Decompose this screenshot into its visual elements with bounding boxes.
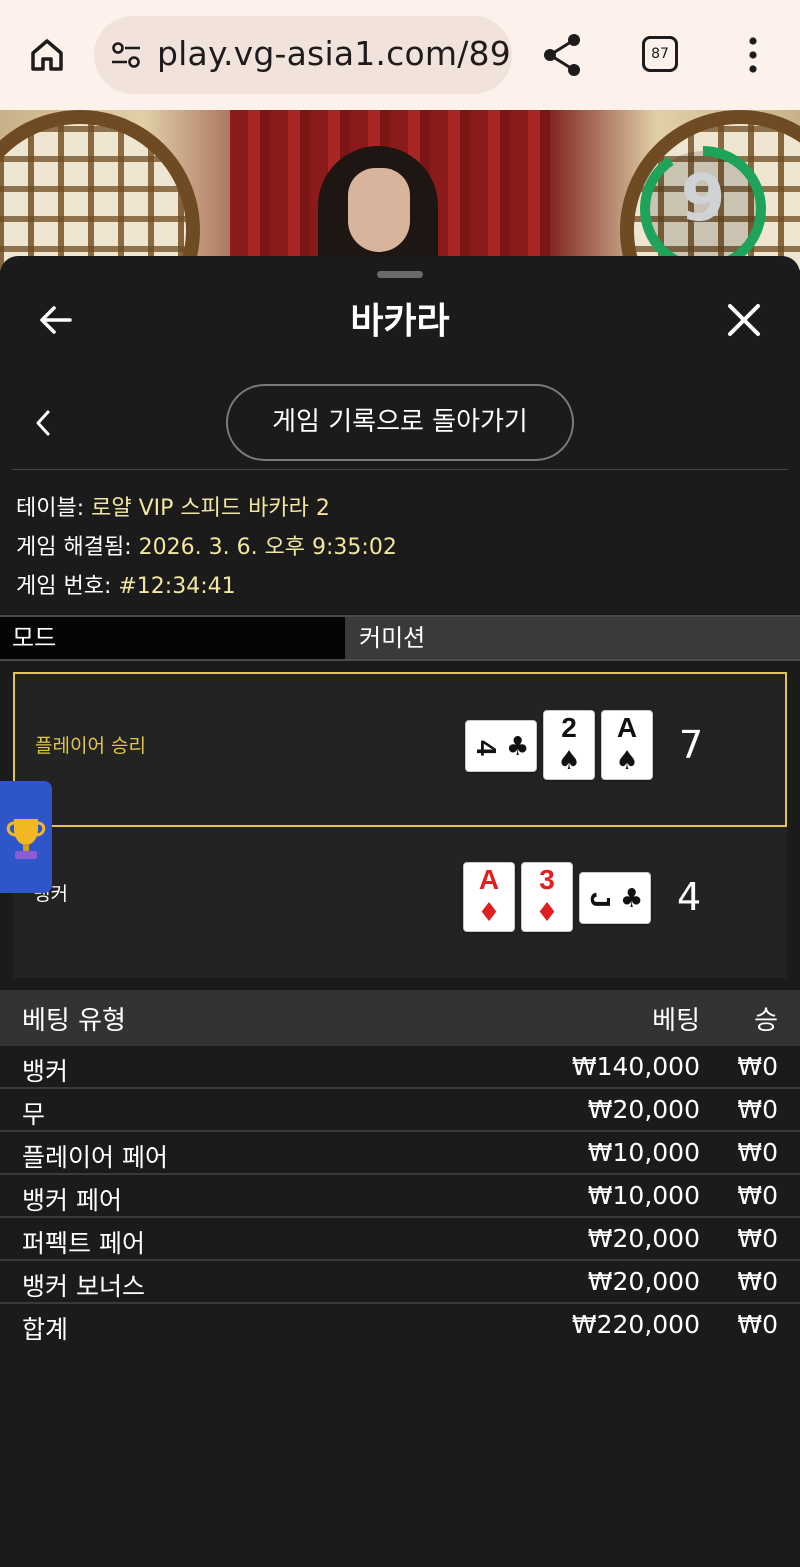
commission-label: 커미션 [359, 624, 426, 652]
table-row: 뱅커 페어 ₩10,000 ₩0 [0, 1175, 800, 1218]
game-number-info: 게임 번호: #12:34:41 [16, 574, 236, 599]
card-suit: ♠ [615, 746, 639, 776]
table-row: 뱅커 보너스 ₩20,000 ₩0 [0, 1261, 800, 1304]
address-bar[interactable]: play.vg-asia1.com/894 [94, 16, 512, 94]
card-rank: 2 [561, 712, 577, 743]
tab-switcher-button[interactable]: 87 [642, 36, 678, 72]
header-bet-type: 베팅 유형 [22, 1006, 126, 1036]
playing-card: 2 ♠ [543, 710, 595, 780]
drag-handle[interactable] [377, 271, 423, 278]
table-row: 퍼펙트 페어 ₩20,000 ₩0 [0, 1218, 800, 1261]
live-video: 9 [0, 110, 800, 270]
table-row: 플레이어 페어 ₩10,000 ₩0 [0, 1132, 800, 1175]
playing-card: 3 ♦ [521, 862, 573, 932]
table-row: 무 ₩20,000 ₩0 [0, 1089, 800, 1132]
playing-card: 4 ♣ [465, 720, 537, 772]
playing-card: J ♣ [579, 872, 651, 924]
result-area: 플레이어 승리 4 ♣ 2 ♠ A ♠ 7 뱅커 A ♦ 3 ♦ J ♣ 4 [13, 672, 787, 978]
browser-toolbar: play.vg-asia1.com/894 87 [0, 0, 800, 110]
bet-table-header: 베팅 유형 베팅 승 [0, 990, 800, 1046]
total-row: 합계 ₩220,000 ₩0 [22, 1310, 778, 1344]
card-rank: A [478, 864, 500, 895]
playing-card: A ♠ [601, 710, 653, 780]
player-hand: 플레이어 승리 4 ♣ 2 ♠ A ♠ 7 [13, 672, 787, 827]
back-arrow-icon[interactable] [36, 300, 76, 340]
url-text[interactable]: play.vg-asia1.com/894 [157, 34, 512, 73]
card-suit: ♦ [535, 898, 559, 928]
card-suit: ♦ [477, 898, 501, 928]
divider [12, 469, 788, 470]
more-menu-icon[interactable] [740, 34, 766, 76]
countdown-number: 9 [680, 162, 726, 236]
table-info: 테이블: 로얄 VIP 스피드 바카라 2 [16, 496, 330, 521]
game-number: #12:34:41 [118, 574, 236, 599]
card-rank: J [584, 892, 616, 908]
table-row: 뱅커 ₩140,000 ₩0 [0, 1046, 800, 1089]
chevron-left-icon[interactable] [30, 406, 56, 440]
table-name: 로얄 VIP 스피드 바카라 2 [91, 496, 330, 521]
sheet-title: 바카라 [350, 301, 450, 342]
close-icon[interactable] [724, 300, 764, 340]
mode-row: 모드 커미션 [0, 615, 800, 661]
player-result-label: 플레이어 승리 [35, 735, 146, 757]
lattice-window-left [0, 110, 200, 270]
card-rank: 4 [470, 740, 502, 756]
dealer-image [318, 146, 438, 270]
card-suit: ♣ [506, 732, 530, 762]
resolved-time: 2026. 3. 6. 오후 9:35:02 [138, 535, 397, 560]
playing-card: A ♦ [463, 862, 515, 932]
trophy-icon [6, 819, 46, 859]
return-to-history-button[interactable]: 게임 기록으로 돌아가기 [226, 384, 574, 461]
card-suit: ♠ [557, 746, 581, 776]
game-detail-sheet: 바카라 게임 기록으로 돌아가기 테이블: 로얄 VIP 스피드 바카라 2 게… [0, 256, 800, 1567]
share-icon[interactable] [540, 30, 586, 80]
card-suit: ♣ [620, 884, 644, 914]
card-rank: 3 [539, 864, 555, 895]
card-rank: A [616, 712, 638, 743]
home-icon[interactable] [22, 30, 72, 80]
header-bet: 베팅 [652, 1006, 700, 1036]
resolved-info: 게임 해결됨: 2026. 3. 6. 오후 9:35:02 [16, 535, 397, 560]
mode-label: 모드 [0, 617, 345, 659]
banker-score: 4 [677, 875, 702, 919]
header-win: 승 [754, 1006, 778, 1036]
player-score: 7 [679, 723, 704, 767]
trophy-button[interactable] [0, 781, 52, 893]
site-settings-icon[interactable] [110, 40, 142, 70]
